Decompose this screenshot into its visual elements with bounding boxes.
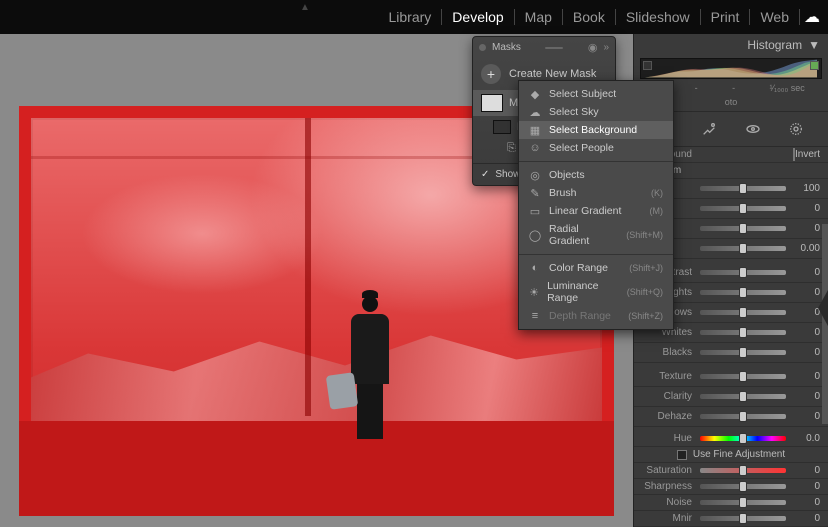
panel-expand-hint[interactable]: ▲ <box>300 2 310 13</box>
menu-linear-gradient[interactable]: ▭Linear Gradient(M) <box>519 202 673 220</box>
luminance-icon: ☀ <box>529 286 539 298</box>
masks-title: Masks <box>492 42 521 53</box>
mask-type-menu: ◆Select Subject ☁Select Sky ▦Select Back… <box>518 80 674 330</box>
redeye-tool-icon[interactable] <box>742 118 764 140</box>
mask-thumb-icon <box>481 94 503 112</box>
chevron-down-icon: ▼ <box>808 38 820 52</box>
create-mask-label: Create New Mask <box>509 68 596 80</box>
checkmark-icon: ✓ <box>481 169 489 180</box>
menu-select-subject[interactable]: ◆Select Subject <box>519 85 673 103</box>
nav-develop[interactable]: Develop <box>442 9 514 25</box>
menu-select-background[interactable]: ▦Select Background <box>519 121 673 139</box>
chevron-right-icon[interactable]: » <box>603 42 609 53</box>
nav-library[interactable]: Library <box>379 9 443 25</box>
Clarity-slider[interactable]: Clarity0 <box>634 387 828 407</box>
cloud-sync-icon[interactable]: ☁ <box>804 7 820 27</box>
mask-tool-icon[interactable] <box>785 118 807 140</box>
objects-icon: ◎ <box>529 169 541 181</box>
nav-print[interactable]: Print <box>701 9 751 25</box>
subject-icon: ◆ <box>529 88 541 100</box>
brush-icon: ✎ <box>529 187 541 199</box>
linear-icon: ▭ <box>529 205 541 217</box>
hue-slider[interactable]: Hue 0.0 <box>634 431 828 447</box>
color-icon: ◐ <box>529 262 541 274</box>
sky-icon: ☁ <box>529 106 541 118</box>
radial-icon: ◯ <box>529 229 541 241</box>
subject-person <box>346 296 394 446</box>
fine-checkbox[interactable] <box>677 450 687 460</box>
panel-drag-handle[interactable] <box>527 47 582 49</box>
copy-icon: ⎘ <box>507 142 516 155</box>
moire-slider[interactable]: Mnir 0 <box>634 511 828 527</box>
menu-radial-gradient[interactable]: ◯Radial Gradient(Shift+M) <box>519 220 673 250</box>
menu-luminance-range[interactable]: ☀Luminance Range(Shift+Q) <box>519 277 673 307</box>
menu-select-people[interactable]: ☺Select People <box>519 139 673 157</box>
module-nav: Library Develop Map Book Slideshow Print… <box>0 0 828 34</box>
visibility-icon[interactable]: ◉ <box>588 41 598 54</box>
histogram-header[interactable]: Histogram▼ <box>634 34 828 56</box>
menu-select-sky[interactable]: ☁Select Sky <box>519 103 673 121</box>
Blacks-slider[interactable]: Blacks0 <box>634 343 828 363</box>
Dehaze-slider[interactable]: Dehaze0 <box>634 407 828 427</box>
clip-highlight-icon[interactable] <box>810 61 819 70</box>
menu-depth-range: ≡Depth Range(Shift+Z) <box>519 307 673 325</box>
invert-label: Invert <box>795 149 820 160</box>
clip-shadow-icon[interactable] <box>643 61 652 70</box>
menu-brush[interactable]: ✎Brush(K) <box>519 184 673 202</box>
fine-adjust-row[interactable]: Use Fine Adjustment <box>634 447 828 463</box>
histogram[interactable] <box>640 58 822 79</box>
nav-slideshow[interactable]: Slideshow <box>616 9 701 25</box>
menu-color-range[interactable]: ◐Color Range(Shift+J) <box>519 259 673 277</box>
heal-tool-icon[interactable] <box>698 118 720 140</box>
nav-map[interactable]: Map <box>515 9 563 25</box>
fine-label: Use Fine Adjustment <box>693 449 785 460</box>
nav-book[interactable]: Book <box>563 9 616 25</box>
saturation-slider[interactable]: Saturation 0 <box>634 463 828 479</box>
background-icon: ▦ <box>529 124 541 136</box>
menu-objects[interactable]: ◎Objects <box>519 166 673 184</box>
mask-thumb-icon <box>493 120 511 134</box>
panel-close-icon[interactable] <box>479 44 486 51</box>
Texture-slider[interactable]: Texture0 <box>634 367 828 387</box>
sharpness-slider[interactable]: Sharpness 0 <box>634 479 828 495</box>
people-icon: ☺ <box>529 142 541 154</box>
depth-icon: ≡ <box>529 310 541 322</box>
plus-icon[interactable]: + <box>481 64 501 84</box>
noise-slider[interactable]: Noise 0 <box>634 495 828 511</box>
nav-web[interactable]: Web <box>750 9 800 25</box>
